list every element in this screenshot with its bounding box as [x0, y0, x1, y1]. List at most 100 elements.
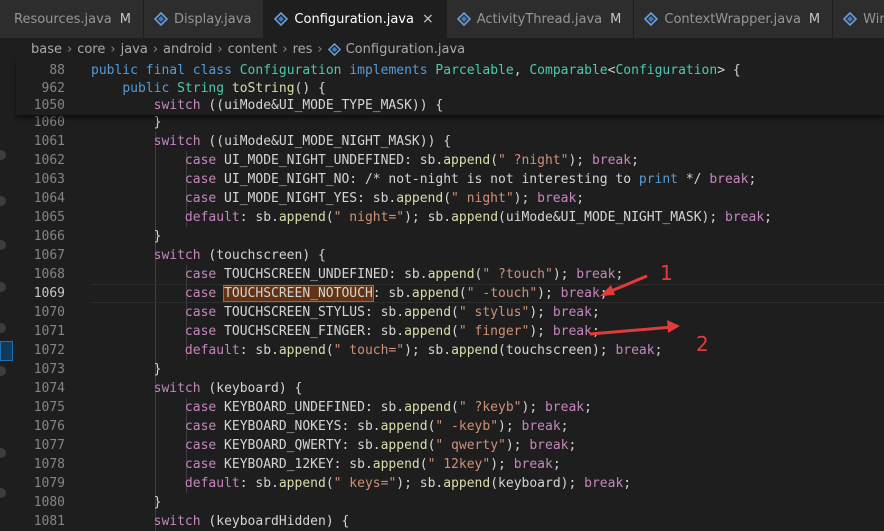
breadcrumb-separator: ›	[282, 41, 288, 57]
line-number: 1081	[33, 513, 65, 529]
editor-tab-bar: Resources.java M Display.java Configuration…	[0, 0, 884, 38]
sticky-line[interactable]: 1050 switch ((uiMode&UI_MODE_TYPE_MASK))…	[16, 96, 884, 115]
java-file-icon	[843, 12, 858, 26]
code-line[interactable]: 1079 default: sb.append(" keys="); sb.ap…	[16, 474, 884, 493]
code-line[interactable]: 1077 case KEYBOARD_QWERTY: sb.append(" q…	[16, 436, 884, 455]
breadcrumb-item[interactable]: android	[163, 42, 212, 57]
code-text: case KEYBOARD_UNDEFINED: sb.append(" ?ke…	[184, 399, 592, 415]
breadcrumb-item[interactable]: res	[293, 42, 313, 57]
java-file-icon	[274, 12, 289, 26]
tab-label: Resources.java	[14, 11, 112, 27]
code-line[interactable]: 1062 case UI_MODE_NIGHT_UNDEFINED: sb.ap…	[16, 151, 884, 170]
code-line[interactable]: 1064 case UI_MODE_NIGHT_YES: sb.append("…	[16, 189, 884, 208]
line-number: 1080	[33, 494, 65, 510]
line-number: 1072	[33, 342, 65, 358]
annotation-label-1: 1	[660, 261, 673, 285]
breadcrumb-separator: ›	[217, 41, 223, 57]
line-number: 1079	[33, 475, 65, 491]
line-number: 1069	[33, 285, 65, 301]
line-number: 1071	[33, 323, 65, 339]
line-number: 1063	[33, 171, 65, 187]
tab-label: ActivityThread.java	[476, 11, 603, 27]
java-file-icon	[153, 12, 168, 26]
annotation-label-2: 2	[696, 332, 709, 356]
code-text: case TOUCHSCREEN_UNDEFINED: sb.append(" …	[184, 266, 624, 282]
sticky-scroll-header[interactable]: 88 public final class Configuration imple…	[16, 60, 884, 115]
line-number: 1065	[33, 209, 65, 225]
code-line[interactable]: 1066 }	[16, 227, 884, 246]
breadcrumb-item[interactable]: content	[228, 42, 278, 57]
code-editor[interactable]: 88 public final class Configuration imple…	[16, 60, 884, 531]
code-text: }	[91, 228, 162, 244]
code-text: switch ((uiMode&UI_MODE_TYPE_MASK)) {	[153, 98, 444, 113]
close-tab-icon[interactable]: ×	[422, 11, 434, 27]
breadcrumb-separator: ›	[317, 41, 323, 57]
code-line[interactable]: 1071 case TOUCHSCREEN_FINGER: sb.append(…	[16, 322, 884, 341]
breadcrumb: base › core › java › android › content › res › Confi…	[0, 38, 884, 60]
code-text: }	[91, 494, 162, 510]
code-text: default: sb.append(" night="); sb.append…	[184, 209, 772, 225]
fold-marker	[0, 150, 6, 160]
code-line[interactable]: 1075 case KEYBOARD_UNDEFINED: sb.append(…	[16, 398, 884, 417]
tab-0[interactable]: Resources.java M	[0, 0, 144, 38]
tab-label: Display.java	[173, 11, 252, 27]
code-text: }	[91, 361, 162, 377]
fold-marker	[0, 366, 6, 376]
code-line[interactable]: 1067 switch (touchscreen) {	[16, 246, 884, 265]
code-line[interactable]: 1073 }	[16, 360, 884, 379]
code-text: }	[91, 114, 162, 130]
line-number: 1061	[33, 133, 65, 149]
code-text: case KEYBOARD_NOKEYS: sb.append(" -keyb"…	[184, 418, 569, 434]
tab-label: Windo	[863, 11, 884, 27]
tab-label: ContextWrapper.java	[664, 11, 801, 27]
fold-marker	[0, 240, 6, 250]
breadcrumb-separator: ›	[67, 41, 73, 57]
java-file-icon	[644, 12, 659, 26]
breadcrumb-item[interactable]: core	[77, 42, 105, 57]
code-text: switch ((uiMode&UI_MODE_NIGHT_MASK)) {	[153, 133, 452, 149]
code-text: case UI_MODE_NIGHT_YES: sb.append(" nigh…	[184, 190, 585, 206]
tab-1[interactable]: Display.java	[143, 0, 265, 38]
tab-5[interactable]: Windo	[833, 0, 884, 38]
code-line[interactable]: 1081 switch (keyboardHidden) {	[16, 512, 884, 531]
selection-marker	[0, 341, 13, 361]
tab-3[interactable]: ActivityThread.java M	[446, 0, 635, 38]
code-line[interactable]: 1069 case TOUCHSCREEN_NOTOUCH: sb.append…	[16, 284, 884, 303]
code-line[interactable]: 1061 switch ((uiMode&UI_MODE_NIGHT_MASK)…	[16, 132, 884, 151]
code-line[interactable]: 1072 default: sb.append(" touch="); sb.a…	[16, 341, 884, 360]
code-text: switch (touchscreen) {	[153, 247, 326, 263]
tab-4[interactable]: ContextWrapper.java M	[634, 0, 834, 38]
fold-marker	[0, 488, 6, 498]
code-text: case TOUCHSCREEN_STYLUS: sb.append(" sty…	[184, 304, 600, 320]
line-number: 1050	[33, 98, 65, 113]
code-line[interactable]: 1080 }	[16, 493, 884, 512]
modified-indicator: M	[610, 11, 622, 27]
line-number: 88	[49, 63, 65, 78]
line-number: 1073	[33, 361, 65, 377]
line-number: 1066	[33, 228, 65, 244]
code-line[interactable]: 1074 switch (keyboard) {	[16, 379, 884, 398]
line-number: 1060	[33, 114, 65, 130]
code-line[interactable]: 1068 case TOUCHSCREEN_UNDEFINED: sb.appe…	[16, 265, 884, 284]
code-text: switch (keyboardHidden) {	[153, 513, 350, 529]
code-line[interactable]: 1078 case KEYBOARD_12KEY: sb.append(" 12…	[16, 455, 884, 474]
code-line[interactable]: 1065 default: sb.append(" night="); sb.a…	[16, 208, 884, 227]
code-text: case KEYBOARD_12KEY: sb.append(" 12key")…	[184, 456, 561, 472]
code-line[interactable]: 1063 case UI_MODE_NIGHT_NO: /* not-night…	[16, 170, 884, 189]
line-number: 1070	[33, 304, 65, 320]
line-number: 1076	[33, 418, 65, 434]
code-line[interactable]: 1076 case KEYBOARD_NOKEYS: sb.append(" -…	[16, 417, 884, 436]
breadcrumb-item[interactable]: Configuration.java	[346, 42, 466, 57]
line-number: 1062	[33, 152, 65, 168]
sticky-line[interactable]: 88 public final class Configuration imple…	[16, 61, 884, 80]
breadcrumb-item[interactable]: java	[121, 42, 148, 57]
line-number: 1074	[33, 380, 65, 396]
code-line[interactable]: 1060 }	[16, 113, 884, 132]
code-line[interactable]: 1070 case TOUCHSCREEN_STYLUS: sb.append(…	[16, 303, 884, 322]
tab-2[interactable]: Configuration.java ×	[264, 0, 447, 38]
fold-marker	[0, 282, 6, 292]
code-text: case TOUCHSCREEN_NOTOUCH: sb.append(" -t…	[184, 284, 608, 302]
breadcrumb-item[interactable]: base	[31, 42, 62, 57]
code-text: default: sb.append(" keys="); sb.append(…	[184, 475, 632, 491]
activity-strip	[0, 60, 16, 517]
